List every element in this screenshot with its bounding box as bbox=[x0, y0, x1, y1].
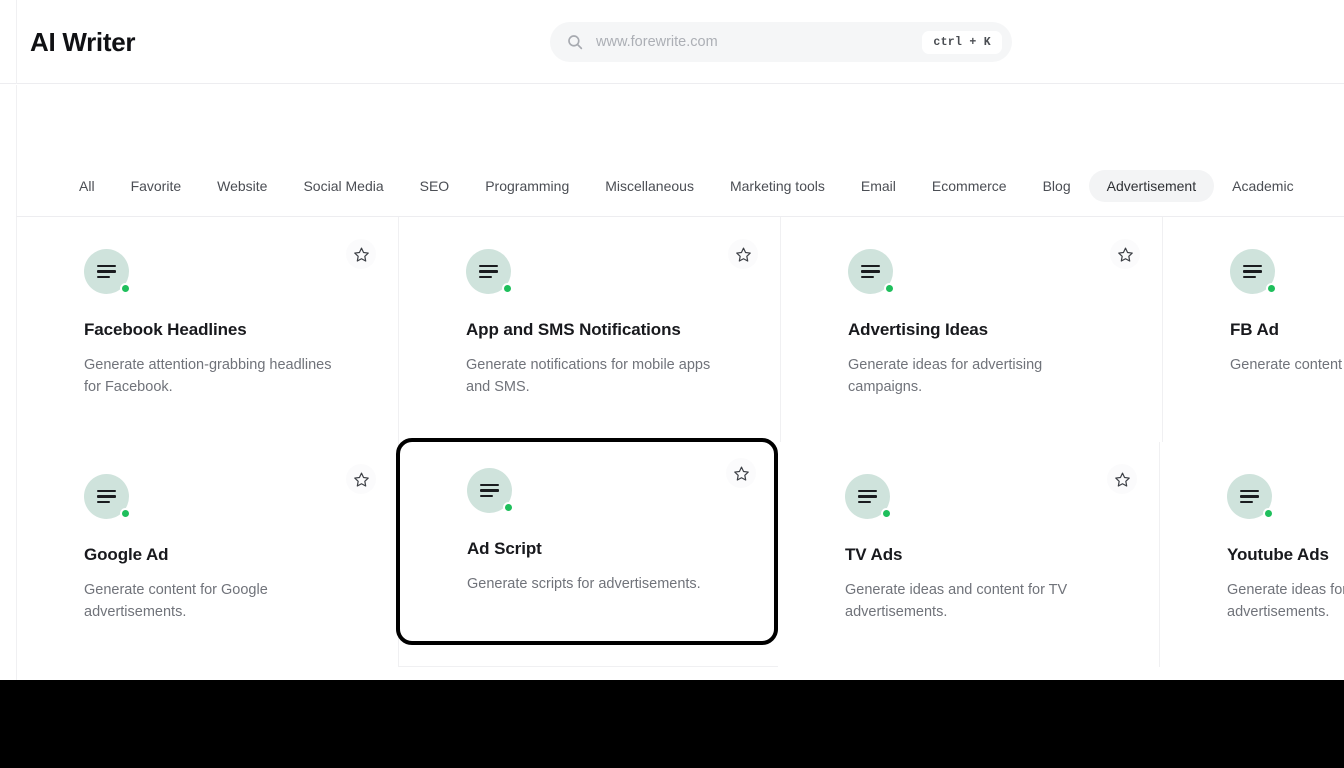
card-row: Google Ad Generate content for Google ad… bbox=[17, 438, 1344, 667]
tool-card-facebook-headlines[interactable]: Facebook Headlines Generate attention-gr… bbox=[17, 217, 399, 442]
favorite-star-icon[interactable] bbox=[346, 239, 376, 269]
status-badge-online bbox=[884, 283, 895, 294]
tab-social-media[interactable]: Social Media bbox=[285, 170, 401, 202]
document-lines-icon bbox=[848, 249, 895, 294]
status-badge-online bbox=[881, 508, 892, 519]
card-description: Generate scripts for advertisements. bbox=[467, 576, 701, 592]
card-description: Generate ideas and content for TV advert… bbox=[845, 582, 1068, 620]
card-description: Generate content for advertisements. bbox=[1230, 357, 1344, 373]
document-lines-icon bbox=[466, 249, 513, 294]
card-title: TV Ads bbox=[845, 545, 903, 564]
card-description: Generate ideas for advertising campaigns… bbox=[848, 357, 1043, 395]
card-row: Facebook Headlines Generate attention-gr… bbox=[17, 217, 1344, 442]
card-title: Google Ad bbox=[84, 545, 169, 564]
favorite-star-icon[interactable] bbox=[346, 464, 376, 494]
status-badge-online bbox=[1263, 508, 1274, 519]
tab-all[interactable]: All bbox=[61, 170, 113, 202]
app-header: AI Writer ctrl + K bbox=[0, 0, 1344, 84]
category-tab-list: All Favorite Website Social Media SEO Pr… bbox=[61, 170, 1312, 202]
tab-ecommerce[interactable]: Ecommerce bbox=[914, 170, 1025, 202]
card-title: Ad Script bbox=[467, 539, 542, 558]
app-root: AI Writer ctrl + K All Favorite Website … bbox=[0, 0, 1344, 768]
favorite-star-icon[interactable] bbox=[1107, 464, 1137, 494]
card-description: Generate notifications for mobile apps a… bbox=[466, 357, 711, 395]
tab-academic[interactable]: Academic bbox=[1214, 170, 1311, 202]
status-badge-online bbox=[1266, 283, 1277, 294]
tool-card-tv-ads[interactable]: TV Ads Generate ideas and content for TV… bbox=[778, 442, 1160, 667]
card-title: Facebook Headlines bbox=[84, 320, 247, 339]
tool-card-youtube-ads[interactable]: Youtube Ads Generate ideas for YouTube a… bbox=[1160, 442, 1344, 667]
tab-programming[interactable]: Programming bbox=[467, 170, 587, 202]
tab-advertisement[interactable]: Advertisement bbox=[1088, 170, 1215, 202]
card-description: Generate ideas for YouTube advertisement… bbox=[1227, 582, 1344, 620]
status-badge-online bbox=[120, 283, 131, 294]
tab-email[interactable]: Email bbox=[843, 170, 914, 202]
document-lines-icon bbox=[84, 249, 131, 294]
status-badge-online bbox=[503, 502, 514, 513]
card-title: App and SMS Notifications bbox=[466, 320, 681, 339]
tool-card-fb-ad[interactable]: FB Ad Generate content for advertisement… bbox=[1163, 217, 1344, 442]
favorite-star-icon[interactable] bbox=[1110, 239, 1140, 269]
favorite-star-icon[interactable] bbox=[726, 458, 756, 488]
category-navbar: All Favorite Website Social Media SEO Pr… bbox=[16, 85, 1344, 217]
tool-card-google-ad[interactable]: Google Ad Generate content for Google ad… bbox=[17, 442, 399, 667]
search-bar[interactable]: ctrl + K bbox=[550, 22, 1012, 62]
tab-blog[interactable]: Blog bbox=[1025, 170, 1089, 202]
sidebar-edge-divider bbox=[16, 0, 17, 84]
bottom-black-bar bbox=[0, 680, 1344, 768]
document-lines-icon bbox=[1230, 249, 1277, 294]
tab-miscellaneous[interactable]: Miscellaneous bbox=[587, 170, 712, 202]
favorite-star-icon[interactable] bbox=[728, 239, 758, 269]
tool-card-grid: Facebook Headlines Generate attention-gr… bbox=[16, 217, 1344, 680]
document-lines-icon bbox=[845, 474, 892, 519]
tool-card-advertising-ideas[interactable]: Advertising Ideas Generate ideas for adv… bbox=[781, 217, 1163, 442]
card-description: Generate content for Google advertisemen… bbox=[84, 582, 268, 620]
tool-card-app-and-sms-notifications[interactable]: App and SMS Notifications Generate notif… bbox=[399, 217, 781, 442]
document-lines-icon bbox=[1227, 474, 1274, 519]
document-lines-icon bbox=[84, 474, 131, 519]
card-title: Youtube Ads bbox=[1227, 545, 1329, 564]
tab-website[interactable]: Website bbox=[199, 170, 285, 202]
search-shortcut-badge: ctrl + K bbox=[922, 30, 1002, 54]
status-badge-online bbox=[502, 283, 513, 294]
tab-marketing-tools[interactable]: Marketing tools bbox=[712, 170, 843, 202]
document-lines-icon bbox=[467, 468, 514, 513]
tab-seo[interactable]: SEO bbox=[402, 170, 468, 202]
page-title: AI Writer bbox=[30, 27, 136, 57]
card-title: Advertising Ideas bbox=[848, 320, 989, 339]
status-badge-online bbox=[120, 508, 131, 519]
tab-favorite[interactable]: Favorite bbox=[113, 170, 200, 202]
search-input[interactable] bbox=[596, 34, 923, 50]
card-description: Generate attention-grabbing headlines fo… bbox=[84, 357, 332, 395]
tool-card-ad-script[interactable]: Ad Script Generate scripts for advertise… bbox=[396, 438, 778, 645]
card-title: FB Ad bbox=[1230, 320, 1279, 339]
search-icon bbox=[566, 33, 584, 51]
